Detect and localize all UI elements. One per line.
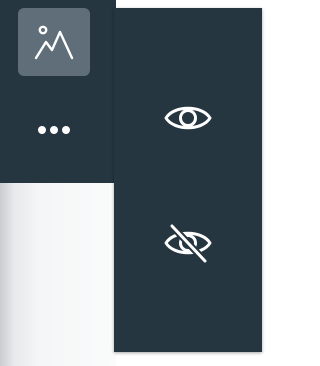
visibility-flyout-menu: [114, 8, 262, 352]
side-toolbar: [0, 0, 116, 183]
eye-icon: [164, 106, 212, 130]
map-background: [0, 183, 116, 366]
eye-slash-icon: [164, 222, 212, 264]
more-horizontal-icon: [38, 126, 70, 134]
show-layer-button[interactable]: [114, 63, 262, 173]
terrain-mountain-icon: [34, 25, 74, 60]
more-options-button[interactable]: [30, 108, 78, 152]
hide-layer-button[interactable]: [114, 188, 262, 298]
terrain-button[interactable]: [18, 8, 90, 76]
app-frame: [0, 0, 264, 366]
